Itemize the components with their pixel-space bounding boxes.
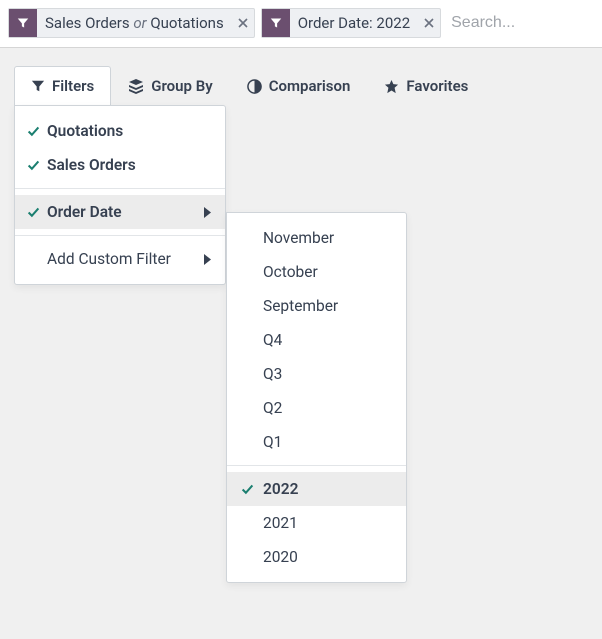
tab-filters[interactable]: Filters [14,66,111,106]
search-tabs: Filters Group By Comparison Favorites [0,48,602,105]
date-option[interactable]: 2021 [227,506,406,540]
check-icon [241,483,263,496]
menu-item-label: Quotations [47,122,211,140]
filter-item-add-custom[interactable]: Add Custom Filter [15,242,225,276]
tab-groupby[interactable]: Group By [111,66,229,105]
date-option-label: October [263,263,318,281]
facet-sales-quotations[interactable]: Sales Orders or Quotations [8,8,255,38]
date-option-label: Q4 [263,331,282,349]
close-icon[interactable] [418,9,440,37]
separator [227,465,406,466]
date-option[interactable]: Q3 [227,357,406,391]
tab-comparison[interactable]: Comparison [230,66,368,105]
tab-label: Favorites [406,77,468,95]
filters-dropdown: Quotations Sales Orders Order Date Add C… [14,105,226,285]
menu-item-label: Sales Orders [47,156,211,174]
filter-item-sales-orders[interactable]: Sales Orders [15,148,225,182]
date-option-label: 2022 [263,480,298,498]
star-icon [384,79,399,94]
date-option-label: 2021 [263,514,298,532]
chevron-right-icon [204,254,211,265]
close-icon[interactable] [232,9,254,37]
funnel-icon [31,79,45,93]
tab-label: Comparison [269,77,351,95]
date-option[interactable]: Q1 [227,425,406,459]
date-option-label: September [263,297,338,315]
tab-label: Filters [52,77,94,95]
filter-item-quotations[interactable]: Quotations [15,114,225,148]
date-option-label: November [263,229,334,247]
date-option-label: Q3 [263,365,282,383]
funnel-icon [9,9,37,37]
contrast-icon [247,79,262,94]
check-icon [27,206,47,219]
date-option[interactable]: Q2 [227,391,406,425]
date-option-label: Q1 [263,433,282,451]
tab-label: Group By [151,77,212,95]
search-bar: Sales Orders or Quotations Order Date: 2… [0,0,602,48]
menu-item-label: Order Date [47,203,204,221]
search-input[interactable] [447,14,602,32]
facet-text: Sales Orders or Quotations [37,14,232,32]
layers-icon [128,78,144,94]
order-date-submenu: November October September Q4 Q3 Q2 Q1 2022 2021… [226,212,407,583]
facet-order-date[interactable]: Order Date: 2022 [261,8,441,38]
chevron-right-icon [204,207,211,218]
tab-favorites[interactable]: Favorites [367,66,485,105]
separator [15,235,225,236]
check-icon [27,125,47,138]
date-option[interactable]: November [227,221,406,255]
date-option[interactable]: Q4 [227,323,406,357]
date-option[interactable]: 2022 [227,472,406,506]
facet-text: Order Date: 2022 [290,14,418,32]
date-option[interactable]: September [227,289,406,323]
menu-item-label: Add Custom Filter [47,250,204,268]
check-icon [27,159,47,172]
date-option[interactable]: October [227,255,406,289]
date-option-label: 2020 [263,548,298,566]
date-option[interactable]: 2020 [227,540,406,574]
date-option-label: Q2 [263,399,282,417]
separator [15,188,225,189]
filter-item-order-date[interactable]: Order Date [15,195,225,229]
funnel-icon [262,9,290,37]
